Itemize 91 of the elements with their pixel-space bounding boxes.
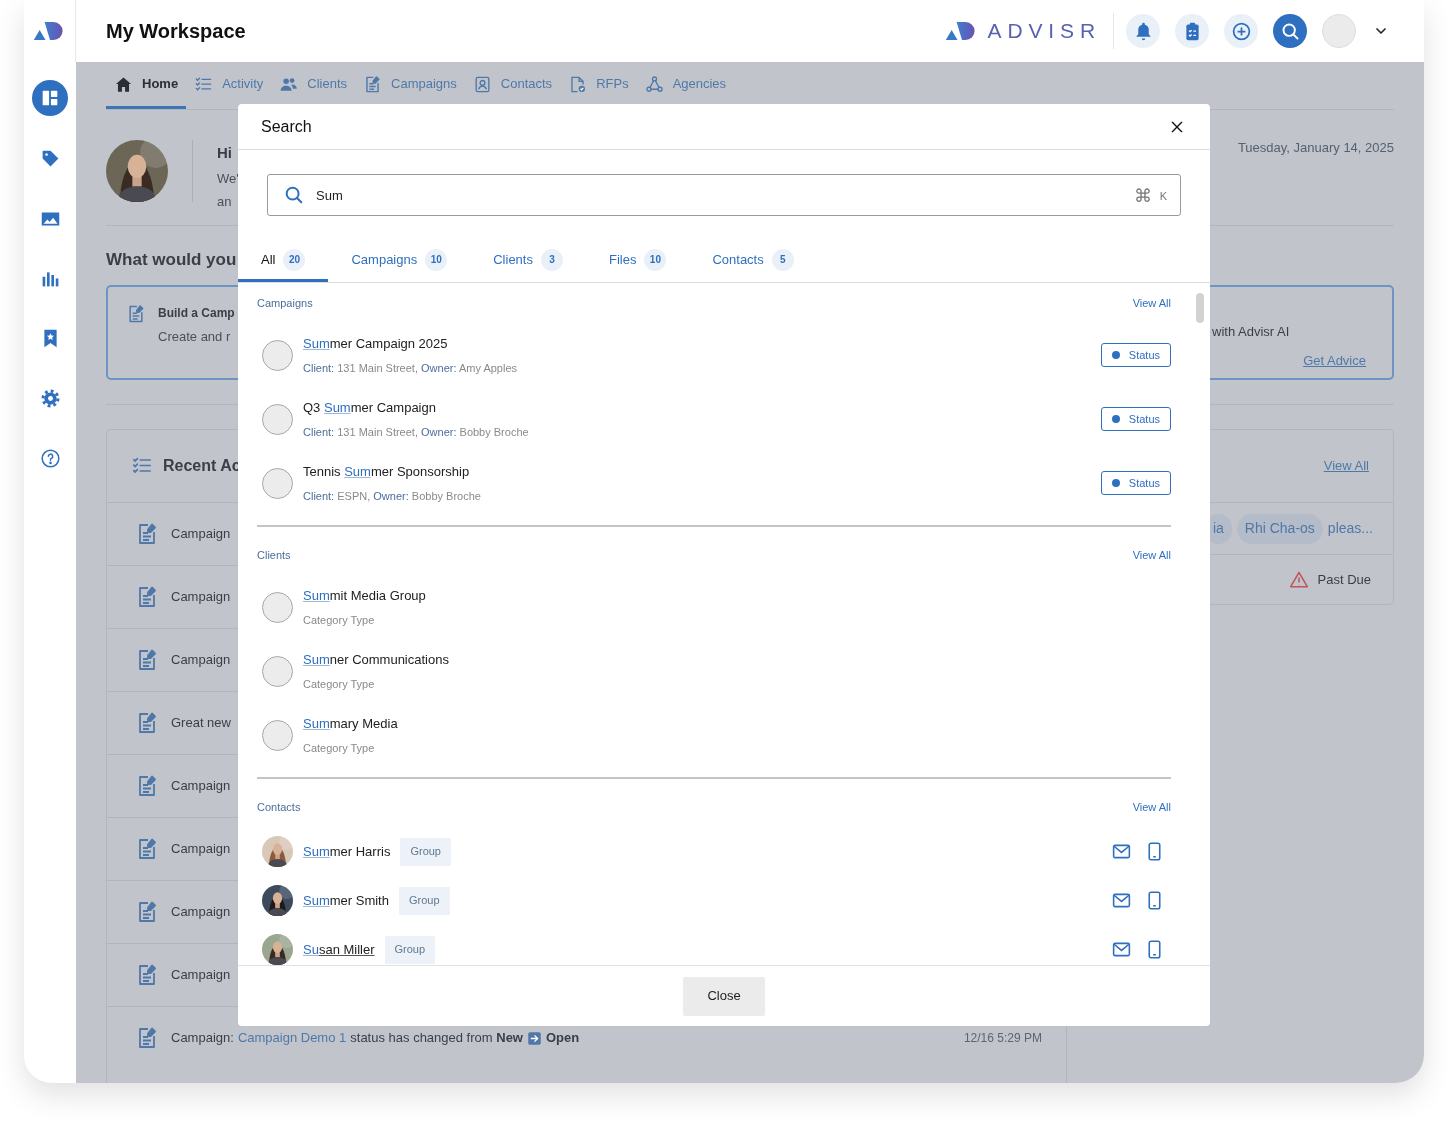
sidebar-item[interactable] (32, 80, 68, 116)
result-details: Client: ESPN, Owner: Bobby Broche (303, 489, 481, 504)
result-name[interactable]: Q3 Summer Campaign (303, 397, 529, 417)
contact-card-icon (472, 74, 492, 94)
status-button[interactable]: Status (1100, 343, 1171, 367)
section-title: Campaigns (257, 295, 313, 311)
result-icon (262, 591, 293, 623)
activity-text: Campaign (171, 840, 231, 859)
view-all-link[interactable]: View All (1132, 294, 1171, 312)
help-icon (39, 447, 61, 469)
result-details: Client: 131 Main Street, Owner: Bobby Broche (303, 425, 529, 440)
count-badge: 20 (283, 248, 306, 271)
result-icon (262, 467, 293, 499)
filter-tab[interactable]: Contacts 5 (689, 240, 817, 282)
result-details: Category Type (303, 677, 376, 692)
filter-tab[interactable]: Campaigns 10 (328, 240, 471, 282)
count-badge: 10 (425, 248, 448, 271)
count-badge: 10 (644, 248, 667, 271)
activity-text: pleas... (1327, 519, 1373, 538)
activity-text: Campaign (171, 777, 231, 796)
search-icon (283, 184, 305, 206)
document-icon (363, 74, 383, 94)
result-name[interactable]: Summit Media Group (303, 585, 426, 605)
result-name[interactable]: Tennis Summer Sponsorship (303, 461, 481, 481)
result-details: Client: 131 Main Street, Owner: Amy Apples (303, 361, 518, 376)
filter-tab[interactable]: Clients 3 (470, 240, 586, 282)
brand-name: ADVISR (987, 18, 1101, 45)
settings-icon (39, 387, 61, 409)
network-icon (644, 74, 664, 94)
search-button[interactable] (1273, 14, 1307, 48)
activity-text: Campaign (171, 588, 231, 607)
result-name[interactable]: Sumner Communications (303, 649, 449, 669)
clipboard-button[interactable] (1175, 14, 1209, 48)
result-details: Category Type (303, 613, 376, 628)
greeting: Hi (217, 143, 233, 163)
count-badge: 5 (771, 248, 794, 271)
result-icon (262, 403, 293, 435)
dialog-title: Search (261, 116, 312, 137)
plus-icon (1230, 20, 1252, 42)
filter-tab[interactable]: Files 10 (585, 240, 690, 282)
group-tag: Group (398, 886, 450, 915)
welcome-text: an (217, 193, 233, 211)
section-heading: What would you (106, 250, 237, 270)
checklist-icon (194, 74, 214, 94)
result-name[interactable]: Summer Campaign 2025 (303, 333, 518, 353)
arrow-right-icon (527, 1030, 542, 1046)
warning-icon (1288, 569, 1309, 590)
group-tag: Group (384, 935, 436, 964)
activity-text: Campaign (171, 525, 231, 544)
status-button[interactable]: Status (1100, 407, 1171, 431)
scrollbar-thumb[interactable] (1196, 293, 1204, 323)
shortcut-hint: ⌘ K (1133, 185, 1167, 208)
result-name[interactable]: Summer Harris (303, 841, 391, 862)
file-check-icon (568, 74, 588, 94)
activity-text: Campaign (171, 651, 231, 670)
result-name[interactable]: Summary Media (303, 713, 398, 733)
page-title: My Workspace (106, 19, 246, 44)
activity-text: Campaign (171, 966, 231, 985)
result-details: Category Type (303, 741, 376, 756)
card-text: with Advisr AI (1212, 323, 1291, 341)
activity-text: Campaign: Campaign Demo 1 status has changed from New Open (171, 1028, 580, 1048)
view-all-link[interactable]: View All (1323, 456, 1369, 476)
nav-tab[interactable]: Home (106, 62, 187, 109)
result-icon (262, 339, 293, 371)
section-title: Clients (257, 547, 291, 563)
close-button[interactable]: Close (683, 976, 765, 1016)
filter-tab[interactable]: All 20 (238, 240, 329, 282)
house-icon (114, 74, 133, 94)
date-text: Tuesday, January 14, 2025 (1237, 139, 1394, 157)
welcome-text: We' (217, 169, 239, 188)
result-icon (262, 719, 293, 751)
result-name[interactable]: Summer Smith (303, 890, 389, 911)
status-text: Past Due (1317, 570, 1371, 589)
result-name[interactable]: Susan Miller (303, 939, 375, 960)
document-icon (126, 304, 146, 324)
plus-button[interactable] (1224, 14, 1258, 48)
count-badge: 3 (540, 248, 563, 271)
result-icon (262, 655, 293, 687)
view-all-link[interactable]: View All (1132, 546, 1171, 564)
activity-time: 12/16 5:29 PM (963, 1030, 1042, 1047)
activity-text: Campaign (171, 903, 231, 922)
nav-tab[interactable]: Activity (186, 62, 272, 109)
section-title: Contacts (257, 799, 301, 815)
card-title: Build a Camp (158, 305, 235, 322)
card-text: Create and r (158, 328, 232, 346)
mention-chip: Rhi Cha-os (1236, 513, 1323, 544)
activity-text: Great new (171, 714, 231, 733)
view-all-link[interactable]: View All (1132, 798, 1171, 816)
bell-button[interactable] (1126, 14, 1160, 48)
group-tag: Group (400, 837, 451, 866)
status-button[interactable]: Status (1100, 471, 1171, 495)
